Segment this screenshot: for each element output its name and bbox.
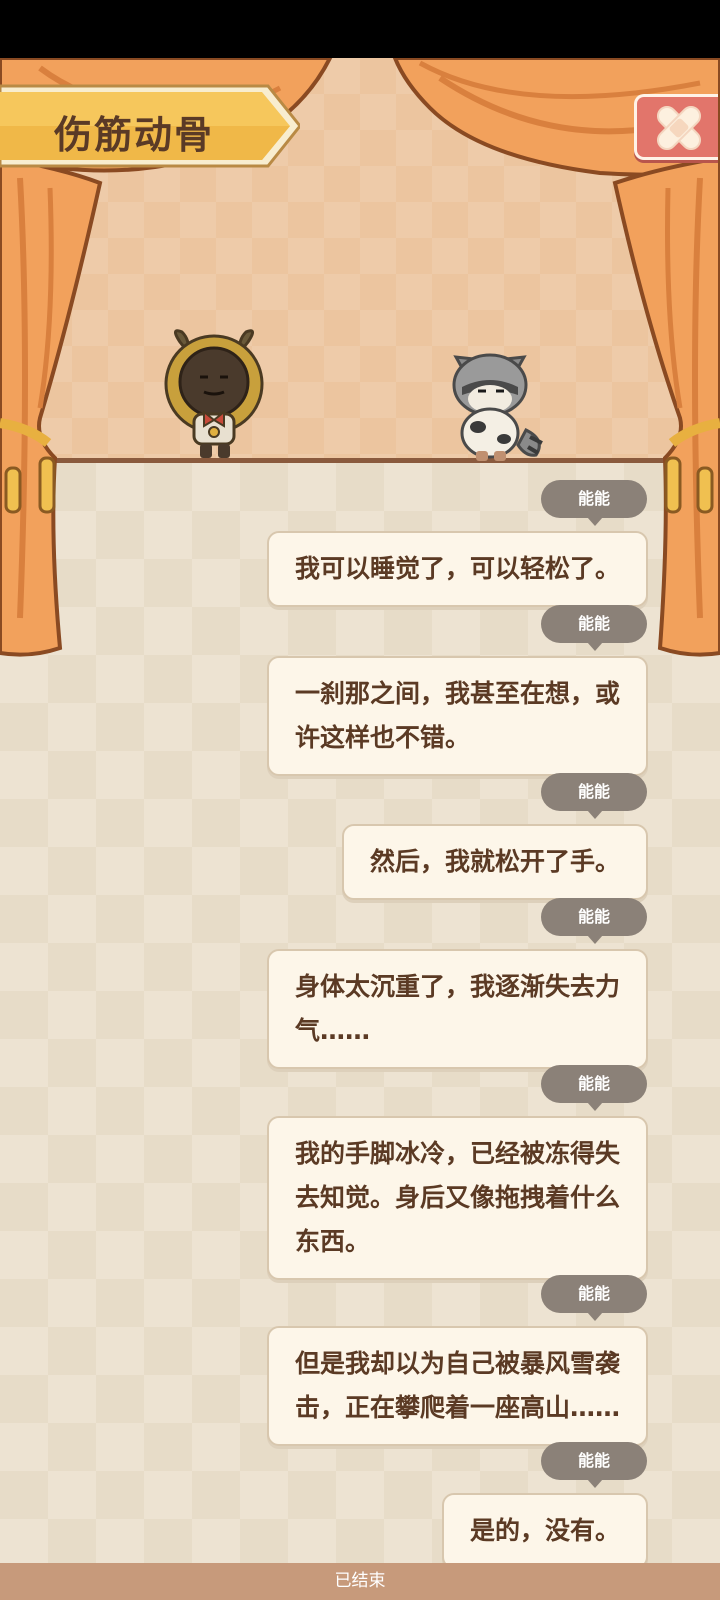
message-bubble[interactable]: 我的手脚冰冷，已经被冻得失 去知觉。身后又像拖拽着什么 东西。 — [266, 1116, 648, 1280]
speaker-tag: 能能 — [541, 480, 647, 526]
speaker-tag: 能能 — [541, 1442, 647, 1488]
message-bubble[interactable]: 是的，没有。 — [441, 1493, 648, 1569]
message-bubble[interactable]: 然后，我就松开了手。 — [341, 824, 648, 900]
speaker-tag: 能能 — [541, 605, 647, 651]
status-bar — [0, 0, 720, 58]
speaker-tag: 能能 — [541, 773, 647, 819]
message-bubble[interactable]: 一刹那之间，我甚至在想，或 许这样也不错。 — [266, 656, 648, 776]
status-footer: 已结束 — [0, 1563, 720, 1600]
speaker-tag: 能能 — [541, 898, 647, 944]
speaker-tag: 能能 — [541, 1065, 647, 1111]
message-bubble[interactable]: 但是我却以为自己被暴风雪袭 击，正在攀爬着一座高山…… — [266, 1326, 648, 1446]
page-title: 伤筋动骨 — [54, 113, 215, 157]
speaker-tag: 能能 — [541, 1275, 647, 1321]
message-bubble[interactable]: 身体太沉重了，我逐渐失去力 气…… — [266, 949, 648, 1069]
close-button[interactable] — [634, 94, 718, 160]
message-bubble[interactable]: 我可以睡觉了，可以轻松了。 — [266, 531, 648, 607]
bandage-cross-icon — [656, 105, 702, 151]
title-banner: 伤筋动骨 — [0, 84, 300, 168]
